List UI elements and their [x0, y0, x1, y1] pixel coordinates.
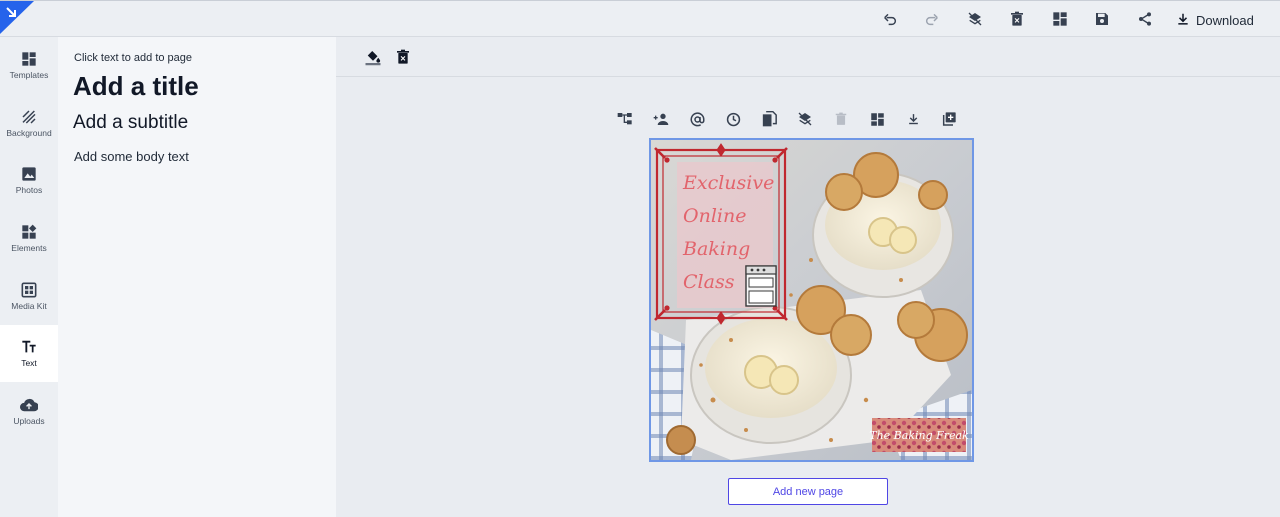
delete-page-icon[interactable]: [832, 110, 850, 128]
delete-icon[interactable]: [1007, 9, 1027, 29]
redo-icon[interactable]: [922, 9, 942, 29]
clock-icon[interactable]: [724, 110, 742, 128]
sidebar-item-background[interactable]: Background: [0, 95, 58, 152]
headline-line-2: Online: [683, 205, 746, 227]
sidebar-item-label: Media Kit: [11, 301, 47, 311]
download-page-icon[interactable]: [904, 110, 922, 128]
background-icon: [22, 110, 36, 124]
add-new-page-button[interactable]: Add new page: [728, 478, 888, 505]
page-layout-icon[interactable]: [868, 110, 886, 128]
sidebar-item-label: Elements: [11, 243, 47, 253]
element-toolbar: [336, 37, 1280, 77]
sidebar-item-label: Templates: [9, 70, 49, 80]
sidebar-item-label: Text: [21, 358, 37, 368]
templates-icon: [22, 52, 36, 66]
download-label: Download: [1196, 12, 1254, 28]
undo-icon[interactable]: [880, 9, 900, 29]
photos-icon: [22, 167, 36, 181]
save-icon[interactable]: [1092, 9, 1112, 29]
sidebar-item-text[interactable]: Text: [0, 325, 58, 382]
hierarchy-icon[interactable]: [616, 110, 634, 128]
headline-line-3: Baking: [682, 238, 750, 260]
add-subtitle-option[interactable]: Add a subtitle: [73, 112, 188, 134]
download-icon: [1176, 12, 1190, 29]
add-page-icon[interactable]: [940, 110, 958, 128]
delete-element-icon[interactable]: [392, 46, 414, 68]
design-canvas[interactable]: Exclusive Online Baking Class The Baking…: [649, 138, 974, 462]
top-toolbar: Download: [0, 0, 1280, 37]
uploads-icon: [20, 398, 38, 412]
text-panel: Click text to add to page Add a title Ad…: [58, 37, 336, 517]
panel-hint: Click text to add to page: [74, 52, 193, 64]
sidebar-item-label: Photos: [15, 185, 43, 195]
dashboard-icon[interactable]: [1050, 9, 1070, 29]
add-collaborator-icon[interactable]: [652, 110, 670, 128]
text-icon: [22, 340, 36, 353]
copy-page-icon[interactable]: [760, 110, 778, 128]
elements-icon: [22, 224, 37, 239]
layers-off-icon[interactable]: [965, 9, 985, 29]
sidebar-item-photos[interactable]: Photos: [0, 152, 58, 209]
fill-color-icon[interactable]: [362, 46, 384, 68]
sidebar-item-uploads[interactable]: Uploads: [0, 383, 58, 440]
mention-icon[interactable]: [688, 110, 706, 128]
sidebar-rail: Templates Background Photos Elements Med…: [0, 37, 58, 517]
sidebar-item-elements[interactable]: Elements: [0, 210, 58, 267]
brand-badge-text: The Baking Freak: [869, 429, 969, 442]
hide-layers-icon[interactable]: [796, 110, 814, 128]
headline-line-1: Exclusive: [682, 172, 774, 194]
sidebar-item-templates[interactable]: Templates: [0, 37, 58, 94]
sidebar-item-label: Background: [6, 128, 52, 138]
workspace: Exclusive Online Baking Class The Baking…: [336, 37, 1280, 517]
media-kit-icon: [21, 282, 37, 298]
app-logo-icon[interactable]: [0, 1, 34, 34]
sidebar-item-media-kit[interactable]: Media Kit: [0, 268, 58, 325]
oven-icon: [745, 265, 777, 307]
share-icon[interactable]: [1135, 9, 1155, 29]
sidebar-item-label: Uploads: [13, 416, 45, 426]
add-title-option[interactable]: Add a title: [73, 71, 199, 102]
add-body-text-option[interactable]: Add some body text: [74, 149, 189, 164]
headline-line-4: Class: [683, 271, 735, 293]
download-button[interactable]: Download: [1176, 10, 1254, 30]
